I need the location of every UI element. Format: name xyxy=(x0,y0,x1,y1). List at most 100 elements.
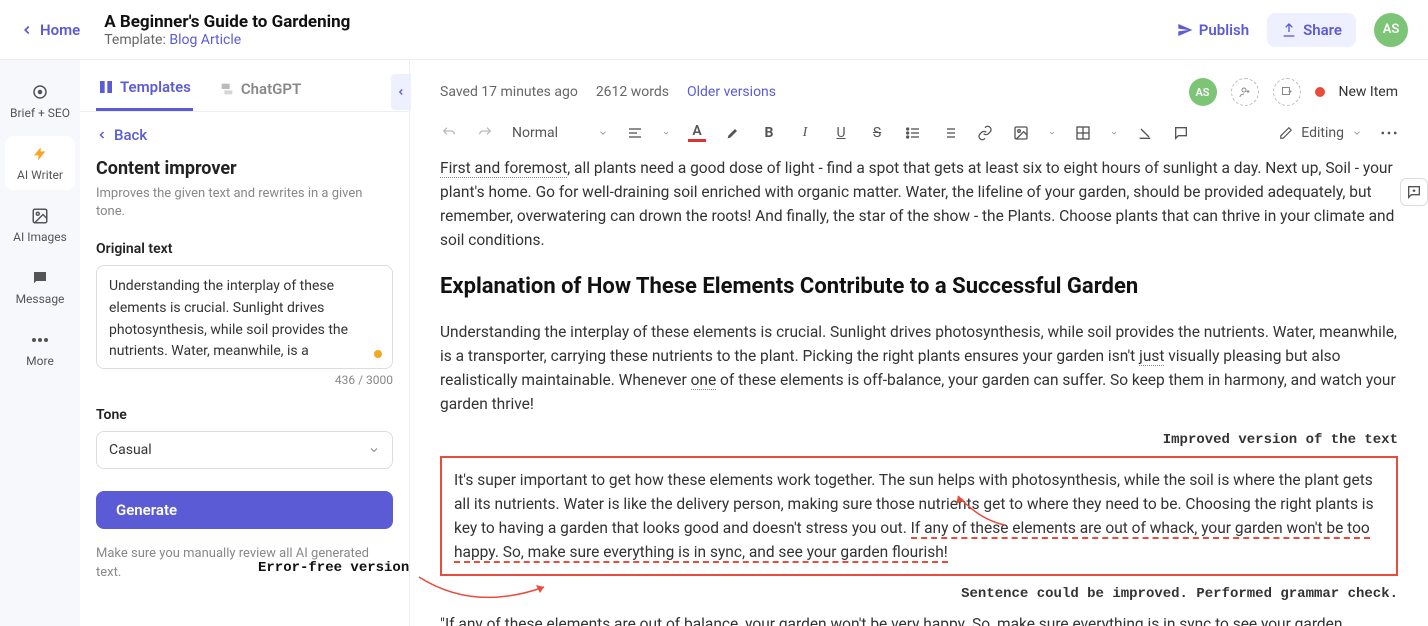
text-span: First and foremost xyxy=(440,159,567,178)
share-button[interactable]: Share xyxy=(1267,13,1356,47)
strikethrough-button[interactable]: S xyxy=(868,124,886,142)
add-comment-button[interactable] xyxy=(1400,178,1428,206)
improved-text-box[interactable]: It's super important to get how these el… xyxy=(440,456,1398,576)
older-versions-link[interactable]: Older versions xyxy=(687,84,776,100)
back-link[interactable]: Back xyxy=(96,126,393,144)
original-text-value: Understanding the interplay of these ele… xyxy=(109,278,348,359)
add-image-button[interactable] xyxy=(1273,78,1301,106)
generate-button[interactable]: Generate xyxy=(96,491,393,529)
saved-status: Saved 17 minutes ago xyxy=(440,84,578,100)
chat-icon xyxy=(30,268,50,288)
tone-select[interactable]: Casual xyxy=(96,431,393,469)
left-rail: Brief + SEO AI Writer AI Images Message … xyxy=(0,60,80,626)
home-link[interactable]: Home xyxy=(20,21,80,39)
corrected-text[interactable]: "If any of these elements are out of bal… xyxy=(440,612,1398,626)
paragraph[interactable]: First and foremost, all plants need a go… xyxy=(440,156,1398,252)
add-collaborator-button[interactable] xyxy=(1231,78,1259,106)
text-span: one xyxy=(691,371,717,390)
share-label: Share xyxy=(1303,21,1342,39)
tab-templates[interactable]: Templates xyxy=(96,70,193,111)
collapse-panel-button[interactable] xyxy=(391,74,411,110)
panel-description: Improves the given text and rewrites in … xyxy=(96,185,393,221)
rail-brief-seo[interactable]: Brief + SEO xyxy=(5,74,75,128)
rail-label: More xyxy=(26,354,54,368)
underline-button[interactable]: U xyxy=(832,124,850,142)
chevron-left-icon xyxy=(20,23,34,37)
chevron-down-icon xyxy=(1048,129,1056,137)
annotation-label: Improved version of the text xyxy=(440,430,1398,452)
text-span: just xyxy=(1139,347,1164,366)
text-span: , all plants need a good dose of light -… xyxy=(440,159,1394,249)
comment-button[interactable] xyxy=(1172,124,1190,142)
annotation-label: Sentence could be improved. Performed gr… xyxy=(440,584,1398,606)
upload-icon xyxy=(1281,22,1297,38)
numbered-list-button[interactable] xyxy=(940,124,958,142)
char-count: 436 / 3000 xyxy=(96,373,393,387)
undo-button[interactable] xyxy=(440,124,458,142)
clear-format-button[interactable] xyxy=(1136,124,1154,142)
image-icon xyxy=(30,206,50,226)
tone-label: Tone xyxy=(96,407,393,423)
rail-more[interactable]: More xyxy=(5,322,75,376)
document-content[interactable]: First and foremost, all plants need a go… xyxy=(440,156,1398,626)
chat-bubbles-icon xyxy=(219,81,235,97)
tab-label: ChatGPT xyxy=(241,80,301,98)
collaborator-avatar[interactable]: AS xyxy=(1189,78,1217,106)
publish-button[interactable]: Publish xyxy=(1177,21,1249,39)
table-button[interactable] xyxy=(1074,124,1092,142)
link-button[interactable] xyxy=(976,124,994,142)
document-title: A Beginner's Guide to Gardening xyxy=(104,12,350,32)
chevron-down-icon xyxy=(598,128,608,138)
editor-area: Saved 17 minutes ago 2612 words Older ve… xyxy=(410,60,1428,626)
tab-label: Templates xyxy=(120,78,191,96)
mode-select[interactable]: Editing xyxy=(1279,125,1362,141)
status-dot-icon xyxy=(374,350,382,358)
dots-icon xyxy=(30,330,50,350)
heading-2[interactable]: Explanation of How These Elements Contri… xyxy=(440,270,1398,304)
title-block: A Beginner's Guide to Gardening Template… xyxy=(104,12,350,48)
bold-button[interactable]: B xyxy=(760,124,778,142)
italic-button[interactable]: I xyxy=(796,124,814,142)
align-button[interactable] xyxy=(626,124,644,142)
tab-chatgpt[interactable]: ChatGPT xyxy=(217,70,303,111)
chevron-left-icon xyxy=(396,85,406,99)
new-item-label[interactable]: New Item xyxy=(1339,84,1399,100)
chevron-down-icon xyxy=(662,129,670,137)
chevron-down-icon xyxy=(1352,128,1362,138)
rail-message[interactable]: Message xyxy=(5,260,75,314)
template-link[interactable]: Blog Article xyxy=(169,32,241,48)
image-button[interactable] xyxy=(1012,124,1030,142)
rail-ai-images[interactable]: AI Images xyxy=(5,198,75,252)
target-icon xyxy=(30,82,50,102)
highlight-button[interactable] xyxy=(724,124,742,142)
user-avatar[interactable]: AS xyxy=(1374,13,1408,47)
panel-title: Content improver xyxy=(96,158,393,179)
annotation-arrow-icon xyxy=(414,572,554,612)
send-icon xyxy=(1177,22,1193,38)
templates-icon xyxy=(98,79,114,95)
rail-label: AI Writer xyxy=(17,168,63,182)
redo-button[interactable] xyxy=(476,124,494,142)
annotation-label: Error-free version xyxy=(258,560,409,576)
more-button[interactable] xyxy=(1380,124,1398,142)
bullet-list-button[interactable] xyxy=(904,124,922,142)
mode-label: Editing xyxy=(1301,125,1344,141)
comment-plus-icon xyxy=(1406,184,1422,200)
chevron-left-icon xyxy=(96,129,108,141)
back-label: Back xyxy=(114,126,147,144)
pencil-icon xyxy=(1279,126,1293,140)
chevron-down-icon xyxy=(368,444,380,456)
paragraph-style-select[interactable]: Normal xyxy=(512,125,608,141)
rail-label: Brief + SEO xyxy=(10,106,70,120)
text-color-button[interactable]: A xyxy=(688,124,706,142)
style-value: Normal xyxy=(512,125,558,141)
rail-label: Message xyxy=(16,292,65,306)
status-dot-icon xyxy=(1315,87,1325,97)
rail-ai-writer[interactable]: AI Writer xyxy=(5,136,75,190)
word-count: 2612 words xyxy=(596,84,669,100)
original-text-input[interactable]: Understanding the interplay of these ele… xyxy=(96,265,393,369)
chevron-down-icon xyxy=(1110,129,1118,137)
template-prefix: Template: xyxy=(104,32,169,48)
side-panel: Templates ChatGPT Back Content improver … xyxy=(80,60,410,626)
paragraph[interactable]: Understanding the interplay of these ele… xyxy=(440,320,1398,416)
